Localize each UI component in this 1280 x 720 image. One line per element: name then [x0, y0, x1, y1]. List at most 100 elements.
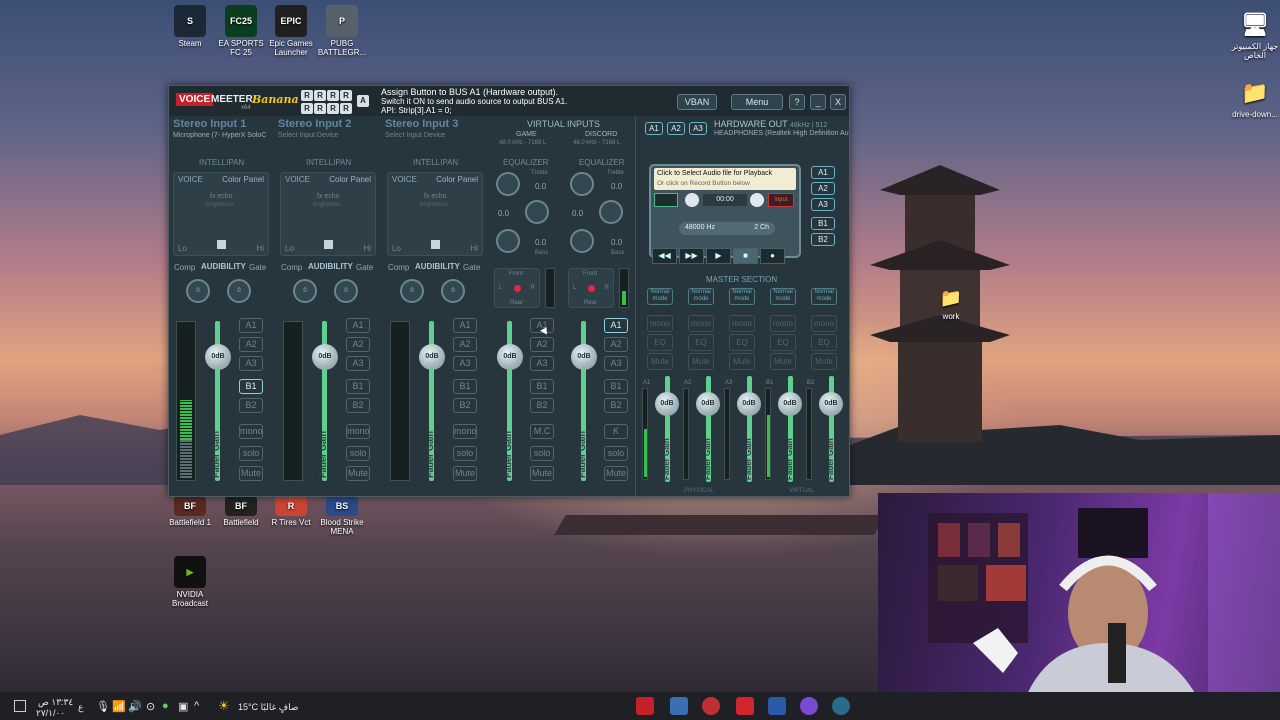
r-button[interactable]: R: [327, 90, 339, 101]
bus-a2-button[interactable]: A2: [239, 337, 263, 352]
mute-button[interactable]: Mute: [604, 466, 628, 481]
virtual-input-discord[interactable]: DISCORD: [585, 131, 617, 138]
master-mute-button[interactable]: Mute: [729, 353, 755, 370]
fast-forward-button[interactable]: ▶▶: [679, 248, 704, 264]
tray-app-icon[interactable]: ●: [162, 700, 169, 712]
app-taskbar-icon[interactable]: [800, 697, 818, 715]
mono-button[interactable]: mono: [346, 424, 370, 439]
intellipan-handle[interactable]: [324, 240, 333, 249]
virtual-input-game[interactable]: GAME: [516, 131, 537, 138]
clock-date[interactable]: ٢٧/١/٠٠: [36, 708, 65, 719]
bus-b2-button[interactable]: B2: [346, 398, 370, 413]
r-button[interactable]: R: [314, 90, 326, 101]
hw-out-a3[interactable]: A3: [689, 122, 707, 135]
hardware-out-title[interactable]: HARDWARE OUT 48kHz | 512: [714, 119, 827, 129]
microphone-icon[interactable]: 🎙: [96, 700, 110, 713]
rec-bus-b1[interactable]: B1: [811, 217, 835, 230]
bus-a3-button[interactable]: A3: [530, 356, 554, 371]
bus-a2-button[interactable]: A2: [346, 337, 370, 352]
fader-knob[interactable]: 0dB: [497, 344, 523, 370]
bus-a1-button[interactable]: A1: [453, 318, 477, 333]
master-mono-button[interactable]: mono: [647, 315, 673, 332]
bus-a2-button[interactable]: A2: [530, 337, 554, 352]
r-button[interactable]: R: [301, 102, 313, 114]
tray-icon[interactable]: ⊙: [146, 700, 155, 713]
desktop-icon-work[interactable]: 📁 work: [922, 286, 980, 322]
pan-dot[interactable]: [514, 285, 521, 292]
intellipan-pad-3[interactable]: VOICE Color Panel fx echo brightness Lo …: [387, 172, 483, 256]
voicemeeter-taskbar-icon[interactable]: [636, 697, 654, 715]
solo-button[interactable]: solo: [530, 446, 554, 461]
normal-mode-button[interactable]: Normal mode: [729, 288, 755, 305]
bus-a1-button[interactable]: A1: [239, 318, 263, 333]
master-mono-button[interactable]: mono: [811, 315, 837, 332]
mute-button[interactable]: Mute: [530, 466, 554, 481]
mute-button[interactable]: Mute: [239, 466, 263, 481]
intellipan-pad-2[interactable]: VOICE Color Panel fx echo brightness Lo …: [280, 172, 376, 256]
bus-b1-button[interactable]: B1: [530, 379, 554, 394]
volume-icon[interactable]: 🔊: [128, 700, 142, 713]
gate-knob[interactable]: 0: [441, 279, 465, 303]
eq-knob[interactable]: [570, 172, 594, 196]
gate-knob[interactable]: 0: [334, 279, 358, 303]
r-button[interactable]: R: [327, 102, 339, 114]
bus-b2-button[interactable]: B2: [530, 398, 554, 413]
master-fader-knob[interactable]: 0dB: [737, 392, 761, 416]
mono-button[interactable]: mono: [239, 424, 263, 439]
notification-icon[interactable]: [14, 700, 26, 712]
desktop-icon-nvidia-broadcast[interactable]: ▶ NVIDIA Broadcast: [161, 556, 219, 608]
bus-a3-button[interactable]: A3: [239, 356, 263, 371]
bus-b2-button[interactable]: B2: [239, 398, 263, 413]
bus-b1-button[interactable]: B1: [346, 379, 370, 394]
bus-b2-button[interactable]: B2: [453, 398, 477, 413]
r-button[interactable]: R: [314, 102, 326, 114]
app-taskbar-icon[interactable]: [768, 697, 786, 715]
desktop-icon-r-tires[interactable]: R R Tires Vct: [262, 496, 320, 527]
strip-header-3[interactable]: Stereo Input 3 Select Input Device: [385, 118, 458, 139]
bus-a3-button[interactable]: A3: [604, 356, 628, 371]
mono-button[interactable]: mono: [453, 424, 477, 439]
hardware-out-device[interactable]: HEADPHONES (Realtek High Definition Au: [714, 130, 849, 137]
bus-a2-button[interactable]: A2: [604, 337, 628, 352]
r-button[interactable]: R: [301, 90, 313, 101]
bus-a1-button[interactable]: A1: [604, 318, 628, 333]
bus-a2-button[interactable]: A2: [453, 337, 477, 352]
desktop-icon-steam[interactable]: S Steam: [161, 5, 219, 48]
bus-b1-button[interactable]: B1: [604, 379, 628, 394]
master-fader-knob[interactable]: 0dB: [778, 392, 802, 416]
playback-label[interactable]: Click to Select Audio file for Playback …: [654, 168, 796, 190]
vban-button[interactable]: VBAN: [677, 94, 717, 110]
bus-a3-button[interactable]: A3: [346, 356, 370, 371]
fader-knob[interactable]: 0dB: [419, 344, 445, 370]
master-fader-knob[interactable]: 0dB: [819, 392, 843, 416]
eq-knob[interactable]: [599, 200, 623, 224]
master-mute-button[interactable]: Mute: [688, 353, 714, 370]
close-button[interactable]: X: [830, 94, 846, 110]
eq-knob[interactable]: [525, 200, 549, 224]
fader-knob[interactable]: 0dB: [205, 344, 231, 370]
wps-taskbar-icon[interactable]: [736, 697, 754, 715]
tape-recorder[interactable]: Click to Select Audio file for Playback …: [649, 164, 801, 258]
rec-bus-a1[interactable]: A1: [811, 166, 835, 179]
gate-knob[interactable]: 0: [227, 279, 251, 303]
comp-knob[interactable]: 0: [400, 279, 424, 303]
pan-dot[interactable]: [588, 285, 595, 292]
solo-button[interactable]: solo: [453, 446, 477, 461]
clock-time[interactable]: ١٣:٣٤ ص: [38, 697, 73, 708]
normal-mode-button[interactable]: Normal mode: [770, 288, 796, 305]
r-button[interactable]: R: [340, 102, 352, 114]
strip-header-1[interactable]: Stereo Input 1 Microphone (7- HyperX Sol…: [173, 118, 266, 139]
master-mute-button[interactable]: Mute: [770, 353, 796, 370]
mc-button[interactable]: M.C: [530, 424, 554, 439]
pan-pad-game[interactable]: Front L R Rear: [494, 268, 540, 308]
a-button[interactable]: A: [357, 95, 369, 107]
solo-button[interactable]: solo: [346, 446, 370, 461]
comp-knob[interactable]: 0: [293, 279, 317, 303]
master-mute-button[interactable]: Mute: [647, 353, 673, 370]
normal-mode-button[interactable]: Normal mode: [688, 288, 714, 305]
rec-bus-b2[interactable]: B2: [811, 233, 835, 246]
stop-button[interactable]: ■: [733, 248, 758, 264]
chevron-up-icon[interactable]: ^: [194, 700, 199, 712]
r-button[interactable]: R: [340, 90, 352, 101]
record-button[interactable]: ●: [760, 248, 785, 264]
